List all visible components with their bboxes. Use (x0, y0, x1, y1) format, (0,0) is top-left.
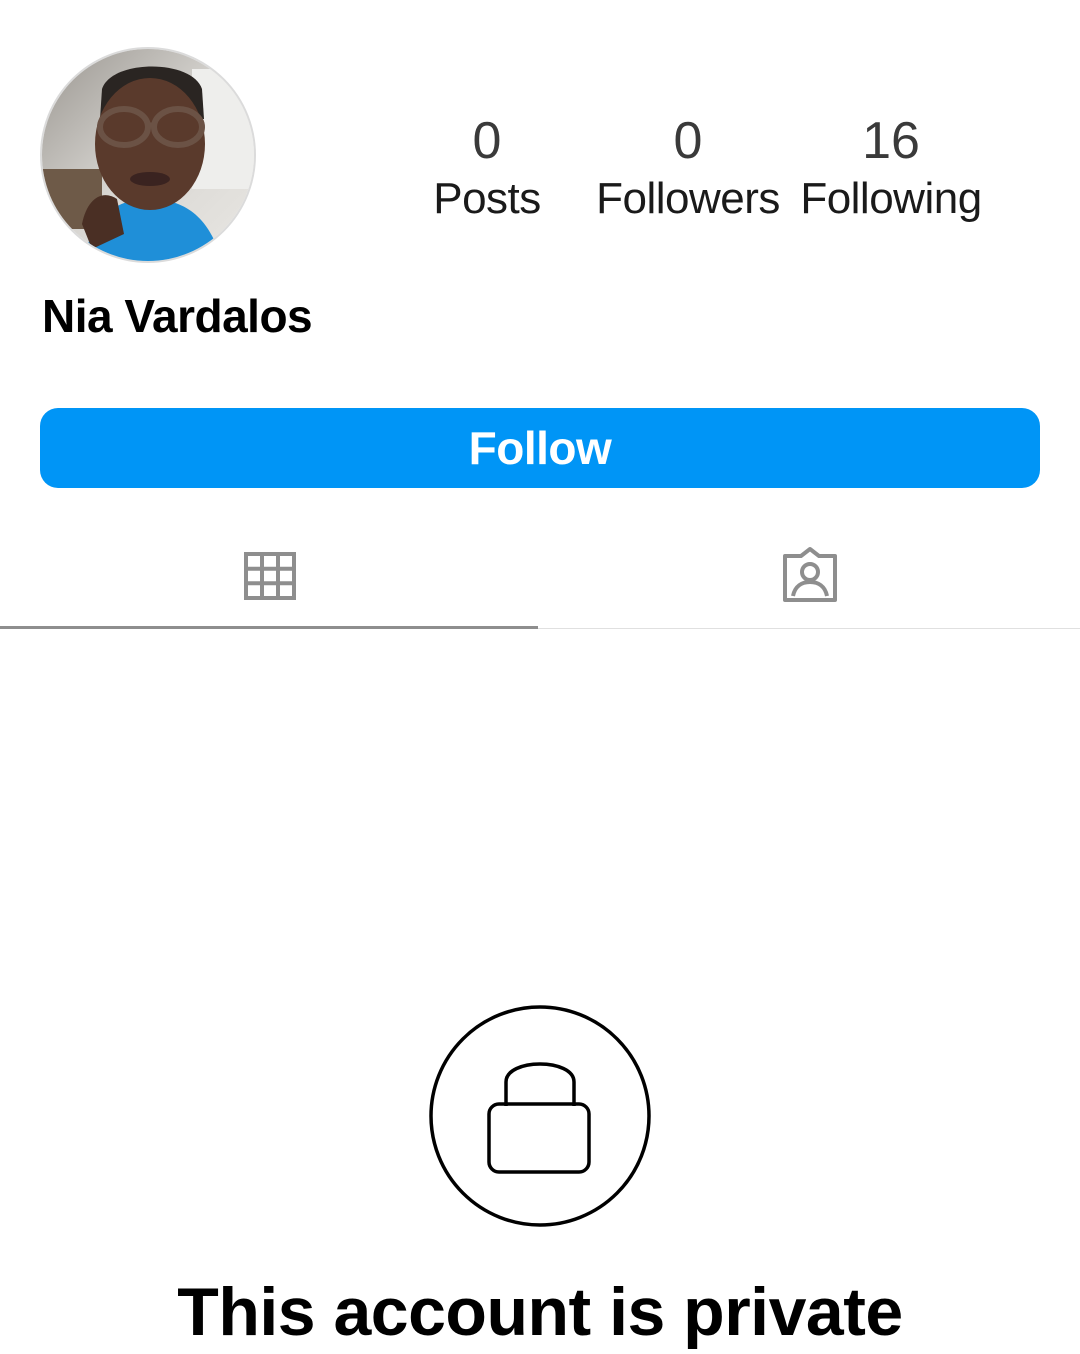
private-lock-badge (428, 1004, 652, 1228)
active-tab-indicator (0, 626, 538, 629)
tab-divider (538, 628, 1080, 629)
following-label: Following (800, 174, 982, 223)
posts-stat: 0 Posts (412, 110, 562, 226)
follow-button[interactable]: Follow (40, 408, 1040, 488)
following-stat[interactable]: 16 Following (796, 110, 986, 226)
lock-icon (429, 1005, 651, 1227)
private-account-title: This account is private (177, 1274, 903, 1350)
tab-posts-grid[interactable] (0, 540, 540, 630)
tagged-person-icon (783, 547, 837, 602)
tab-tagged[interactable] (540, 540, 1080, 630)
followers-count: 0 (673, 112, 703, 170)
posts-count: 0 (472, 112, 502, 170)
following-count: 16 (862, 112, 920, 170)
followers-stat[interactable]: 0 Followers (592, 110, 784, 226)
posts-label: Posts (433, 174, 541, 223)
profile-name: Nia Vardalos (42, 290, 313, 342)
followers-label: Followers (596, 174, 780, 223)
grid-icon (244, 552, 296, 600)
avatar[interactable] (40, 47, 256, 263)
profile-photo (42, 49, 254, 261)
